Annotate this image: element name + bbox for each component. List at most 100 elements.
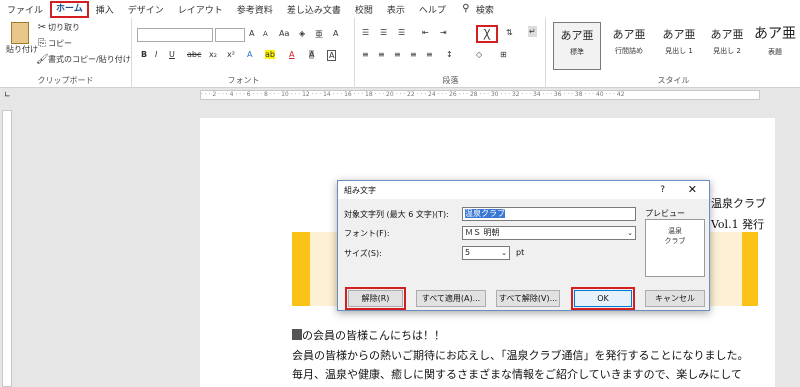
- dialog-titlebar: 組み文字 ? ✕: [338, 181, 709, 199]
- align-center-icon[interactable]: ≡: [378, 50, 385, 59]
- text-effect-button[interactable]: A: [247, 50, 252, 59]
- change-case-button[interactable]: Aa: [279, 29, 289, 38]
- style-name: 表題: [768, 48, 782, 56]
- font-color-button[interactable]: A: [289, 50, 294, 59]
- copy-icon: ⎘: [38, 38, 46, 49]
- align-left-icon[interactable]: ≡: [362, 50, 369, 59]
- menu-references[interactable]: 参考資料: [230, 3, 280, 16]
- asian-layout-icon[interactable]: Ꭓ: [476, 25, 498, 43]
- menu-view[interactable]: 表示: [380, 3, 412, 16]
- font-name-box[interactable]: [137, 28, 213, 42]
- apply-all-button[interactable]: すべて適用(A)...: [416, 290, 486, 307]
- shrink-font-button[interactable]: A: [263, 30, 268, 38]
- close-icon[interactable]: ✕: [688, 183, 697, 196]
- increase-indent-icon[interactable]: ⇥: [440, 28, 447, 37]
- scissors-icon: ✂: [37, 22, 47, 33]
- font-size-box[interactable]: [215, 28, 245, 42]
- banner-left-bar: [292, 232, 310, 306]
- show-marks-icon[interactable]: ↵: [528, 26, 537, 37]
- doc-greeting: の会員の皆様こんにちは！！: [302, 329, 445, 342]
- decrease-indent-icon[interactable]: ⇤: [422, 28, 429, 37]
- size-select[interactable]: 5 ⌄: [462, 246, 510, 260]
- clipboard-icon: [11, 22, 29, 44]
- menu-home[interactable]: ホーム: [50, 0, 89, 18]
- shading-icon[interactable]: ◇: [476, 50, 482, 59]
- style-normal[interactable]: あア亜 標準: [553, 22, 601, 70]
- paste-button[interactable]: 貼り付け: [6, 22, 38, 55]
- char-border-icon[interactable]: A: [333, 29, 338, 38]
- font-label: フォント(F):: [344, 229, 390, 238]
- style-name: 見出し 2: [713, 47, 741, 55]
- numbering-icon[interactable]: ☰: [380, 28, 387, 37]
- borders-icon[interactable]: ⊞: [500, 50, 507, 59]
- target-text-input[interactable]: 温泉クラブ: [462, 207, 636, 221]
- highlight-button[interactable]: ab: [265, 50, 275, 59]
- help-button[interactable]: ?: [660, 185, 665, 195]
- style-heading2[interactable]: あア亜 見出し 2: [703, 22, 751, 70]
- doc-paragraph-2: 毎月、温泉や健康、癒しに関するさまざまな情報をご紹介していきますので、楽しみにし…: [292, 368, 742, 381]
- enclose-char-button[interactable]: A: [327, 50, 337, 61]
- align-right-icon[interactable]: ≡: [394, 50, 401, 59]
- ok-button[interactable]: OK: [571, 287, 635, 310]
- char-shading-button[interactable]: A: [309, 50, 315, 59]
- bullets-icon[interactable]: ☰: [362, 28, 369, 37]
- style-heading1[interactable]: あア亜 見出し 1: [655, 22, 703, 70]
- sort-icon[interactable]: ⇅: [506, 28, 513, 37]
- bold-button[interactable]: B: [141, 50, 147, 59]
- superscript-button[interactable]: x²: [227, 50, 235, 59]
- menu-insert[interactable]: 挿入: [89, 3, 121, 16]
- style-name: 行間詰め: [615, 47, 643, 55]
- clear-format-icon[interactable]: ◈: [299, 29, 305, 38]
- menu-layout[interactable]: レイアウト: [171, 3, 230, 16]
- style-sample: あア亜: [662, 28, 696, 41]
- unset-button[interactable]: 解除(R): [345, 287, 406, 310]
- vertical-ruler[interactable]: [2, 110, 12, 387]
- grow-font-button[interactable]: A: [249, 29, 254, 38]
- line-spacing-icon[interactable]: ↕: [446, 50, 453, 59]
- tab-selector-icon[interactable]: ∟: [4, 90, 11, 99]
- underline-button[interactable]: U: [169, 50, 175, 59]
- style-title[interactable]: あア亜 表題: [751, 22, 799, 70]
- combined-char-marker: [292, 329, 302, 340]
- phonetic-guide-icon[interactable]: 亜: [315, 29, 323, 40]
- distributed-icon[interactable]: ≡: [426, 50, 433, 59]
- italic-button[interactable]: I: [155, 50, 157, 59]
- horizontal-ruler[interactable]: ​· · · 2 · · · 4 · · · 6 · · · 8 · · · 1…: [200, 90, 760, 100]
- preview-box: 温泉 クラブ: [645, 219, 705, 277]
- cancel-button[interactable]: キャンセル: [645, 290, 705, 307]
- target-text-value: 温泉クラブ: [465, 209, 505, 218]
- font-select-value: ＭＳ 明朝: [465, 228, 500, 237]
- copy-button[interactable]: ⎘ コピー: [36, 38, 72, 50]
- banner-right-bar: [742, 232, 758, 306]
- preview-line-2: クラブ: [664, 237, 686, 245]
- cut-button[interactable]: ✂ 切り取り: [36, 22, 80, 34]
- menu-file[interactable]: ファイル: [0, 3, 50, 16]
- lightbulb-icon: ⚲: [462, 3, 470, 14]
- preview-label: プレビュー: [645, 209, 685, 218]
- menu-design[interactable]: デザイン: [121, 3, 171, 16]
- ruler-bar: ∟ ​· · · 2 · · · 4 · · · 6 · · · 8 · · ·…: [0, 88, 800, 102]
- justify-icon[interactable]: ≡: [410, 50, 417, 59]
- menu-review[interactable]: 校閲: [348, 3, 380, 16]
- clipboard-group-label: クリップボード: [37, 76, 94, 85]
- menu-mailings[interactable]: 差し込み文書: [280, 3, 348, 16]
- strikethrough-button[interactable]: abc: [187, 50, 201, 59]
- chevron-down-icon: ⌄: [501, 249, 507, 257]
- format-painter-button[interactable]: 🖌書式のコピー/貼り付け: [36, 54, 131, 66]
- styles-group-label: スタイル: [657, 76, 690, 85]
- subscript-button[interactable]: x₂: [209, 50, 217, 59]
- font-select[interactable]: ＭＳ 明朝 ⌄: [462, 226, 636, 240]
- size-unit: pt: [516, 248, 525, 257]
- format-painter-label: 書式のコピー/貼り付け: [48, 55, 131, 64]
- unset-all-button[interactable]: すべて解除(V)...: [496, 290, 560, 307]
- search-label: 検索: [475, 5, 494, 16]
- multilevel-list-icon[interactable]: ☰: [398, 28, 405, 37]
- style-sample: あア亜: [710, 28, 744, 41]
- preview-text: 温泉 クラブ: [646, 226, 704, 246]
- dialog-title: 組み文字: [344, 185, 376, 195]
- menu-help[interactable]: ヘルプ: [412, 3, 453, 16]
- style-name: 見出し 1: [665, 47, 693, 55]
- style-no-spacing[interactable]: あア亜 行間詰め: [605, 22, 653, 70]
- search-box[interactable]: ⚲ 検索: [453, 3, 501, 16]
- style-name: 標準: [570, 48, 584, 56]
